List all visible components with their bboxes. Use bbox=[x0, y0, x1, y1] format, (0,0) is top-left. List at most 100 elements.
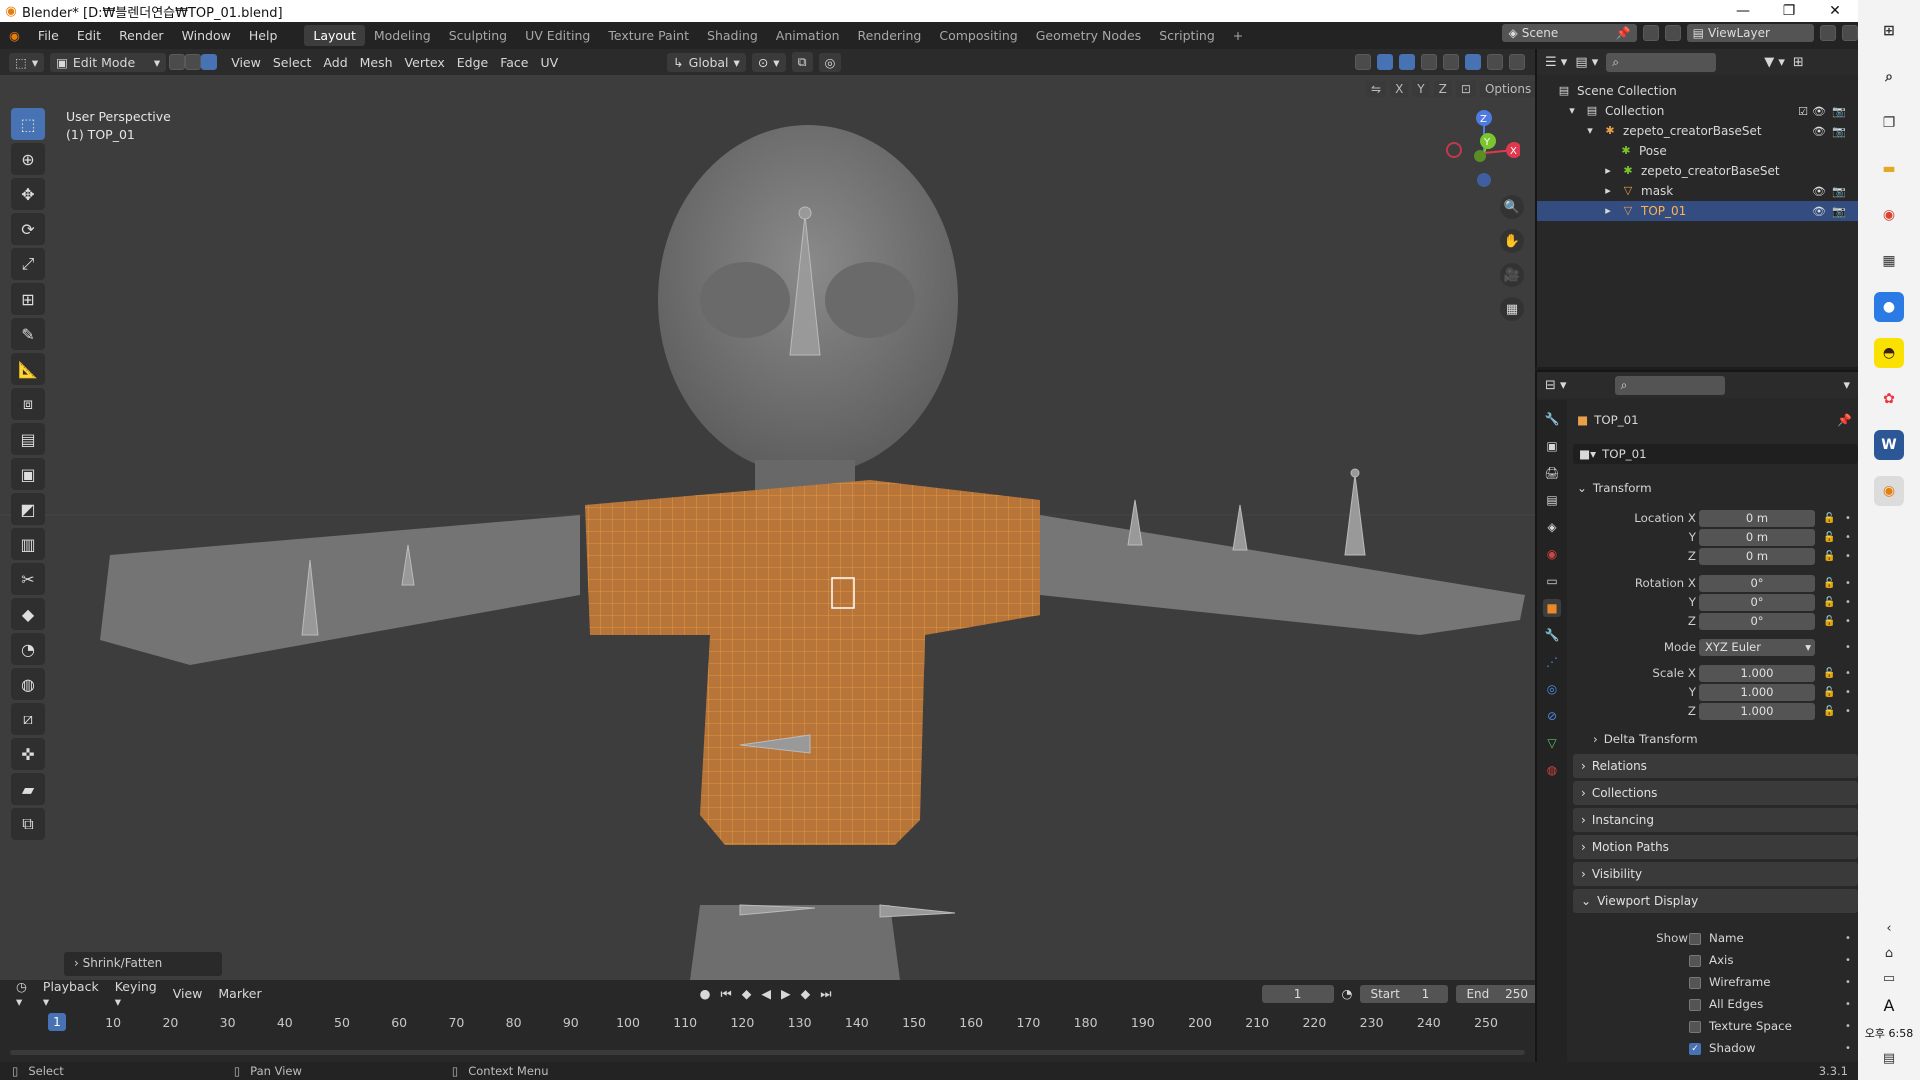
calculator-icon[interactable]: ▦ bbox=[1874, 246, 1904, 276]
rotation-x-field[interactable]: 0° bbox=[1699, 574, 1815, 592]
scale-x-field[interactable]: 1.000 bbox=[1699, 664, 1815, 682]
datablock-field[interactable]: ■▾ TOP_01 bbox=[1573, 444, 1858, 464]
gizmo-toggle-icon[interactable] bbox=[1377, 54, 1393, 70]
move-tool[interactable]: ✥ bbox=[11, 178, 45, 210]
menu-window[interactable]: Window bbox=[173, 28, 240, 43]
collection-checkbox-icon[interactable]: ☑ bbox=[1798, 105, 1808, 118]
add-cube-tool[interactable]: ⧈ bbox=[11, 388, 45, 420]
menu-face[interactable]: Face bbox=[494, 53, 534, 72]
expand-arrow-icon[interactable]: ▸ bbox=[1601, 204, 1615, 218]
keyframe-dot-icon[interactable]: • bbox=[1845, 642, 1851, 653]
task-view-icon[interactable]: ❐ bbox=[1874, 108, 1904, 138]
show-wireframe-checkbox[interactable]: Wireframe bbox=[1689, 975, 1771, 989]
menu-file[interactable]: File bbox=[29, 28, 68, 43]
editor-type-button[interactable]: ⬚ ▾ bbox=[9, 52, 45, 72]
keyframe-dot-icon[interactable]: • bbox=[1845, 668, 1851, 679]
mirror-x-toggle[interactable]: X bbox=[1390, 81, 1409, 97]
transform-tool[interactable]: ⊞ bbox=[11, 283, 45, 315]
delete-view-layer-icon[interactable] bbox=[1842, 25, 1858, 41]
outliner-row-top01[interactable]: ▸ ▽ TOP_01 👁 📷 bbox=[1537, 201, 1860, 221]
current-frame-field[interactable]: 1 bbox=[1261, 984, 1334, 1003]
section-visibility[interactable]: › Visibility bbox=[1573, 862, 1858, 886]
keyframe-dot-icon[interactable]: • bbox=[1845, 1021, 1851, 1032]
section-motion-paths[interactable]: › Motion Paths bbox=[1573, 835, 1858, 859]
world-tab-icon[interactable]: ◉ bbox=[1543, 545, 1561, 563]
select-box-tool[interactable]: ⬚ bbox=[11, 108, 45, 140]
jump-start-icon[interactable]: ⏮ bbox=[721, 986, 732, 1002]
next-keyframe-icon[interactable]: ◆ bbox=[801, 986, 811, 1001]
rotation-y-field[interactable]: 0° bbox=[1699, 593, 1815, 611]
outliner-row-scene-collection[interactable]: ▤ Scene Collection bbox=[1537, 81, 1860, 101]
timeline-scrollbar[interactable] bbox=[10, 1050, 1525, 1055]
data-tab-icon[interactable]: ▽ bbox=[1543, 734, 1561, 752]
lock-icon[interactable]: 🔓 bbox=[1823, 616, 1835, 627]
scale-y-field[interactable]: 1.000 bbox=[1699, 683, 1815, 701]
transform-orientation-selector[interactable]: ↳ Global ▾ bbox=[667, 52, 746, 72]
camera-icon[interactable]: 🎥 bbox=[1500, 263, 1524, 287]
lock-icon[interactable]: 🔓 bbox=[1823, 532, 1835, 543]
add-workspace-button[interactable]: + bbox=[1224, 25, 1252, 46]
stopwatch-icon[interactable]: ◔ bbox=[1342, 986, 1353, 1001]
keyframe-dot-icon[interactable]: • bbox=[1845, 687, 1851, 698]
clock[interactable]: 오후 6:58 bbox=[1865, 1025, 1913, 1041]
perspective-grid-icon[interactable]: ▦ bbox=[1500, 297, 1524, 321]
keyframe-dot-icon[interactable]: • bbox=[1845, 999, 1851, 1010]
location-x-field[interactable]: 0 m bbox=[1699, 509, 1815, 527]
kakaotalk-icon[interactable]: ◓ bbox=[1874, 338, 1904, 368]
section-viewport-display[interactable]: ⌄ Viewport Display bbox=[1573, 889, 1858, 913]
particles-tab-icon[interactable]: ⋰ bbox=[1543, 653, 1561, 671]
restore-button[interactable]: ❐ bbox=[1766, 3, 1812, 19]
record-icon[interactable]: ● bbox=[700, 986, 711, 1001]
shear-tool[interactable]: ▰ bbox=[11, 773, 45, 805]
windows-start-icon[interactable]: ⊞ bbox=[1874, 16, 1904, 46]
outliner-row-mask[interactable]: ▸ ▽ mask 👁 📷 bbox=[1537, 181, 1860, 201]
proportional-edit-toggle[interactable]: ◎ bbox=[818, 52, 842, 72]
gizmo-neg-x[interactable] bbox=[1446, 142, 1462, 158]
lock-icon[interactable]: 🔓 bbox=[1823, 513, 1835, 524]
tab-rendering[interactable]: Rendering bbox=[849, 25, 931, 46]
tab-animation[interactable]: Animation bbox=[767, 25, 849, 46]
menu-keying[interactable]: Keying ▾ bbox=[107, 979, 165, 1009]
tab-uv-editing[interactable]: UV Editing bbox=[516, 25, 599, 46]
tab-modeling[interactable]: Modeling bbox=[365, 25, 440, 46]
scale-tool[interactable]: ⤢ bbox=[11, 248, 45, 280]
modifier-tab-icon[interactable]: 🔧 bbox=[1543, 626, 1561, 644]
screen-recorder-icon[interactable]: ● bbox=[1874, 292, 1904, 322]
filter-icon[interactable]: ▼ ▾ bbox=[1764, 55, 1785, 70]
show-texture-space-checkbox[interactable]: Texture Space bbox=[1689, 1019, 1792, 1033]
mask-eye-icon[interactable]: 👁 bbox=[1812, 185, 1826, 198]
lock-icon[interactable]: 🔓 bbox=[1823, 687, 1835, 698]
bevel-tool[interactable]: ◩ bbox=[11, 493, 45, 525]
properties-editor-type-icon[interactable]: ⊟ ▾ bbox=[1545, 378, 1567, 393]
keyframe-dot-icon[interactable]: • bbox=[1845, 532, 1851, 543]
play-icon[interactable]: ▶ bbox=[781, 986, 791, 1001]
keyframe-dot-icon[interactable]: • bbox=[1845, 977, 1851, 988]
menu-marker[interactable]: Marker bbox=[210, 986, 269, 1001]
keyframe-dot-icon[interactable]: • bbox=[1845, 578, 1851, 589]
armature-camera-icon[interactable]: 📷 bbox=[1832, 125, 1846, 138]
end-frame-field[interactable]: End 250 bbox=[1456, 984, 1545, 1003]
outliner-row-armature-data[interactable]: ▸ ✱ zepeto_creatorBaseSet bbox=[1537, 161, 1860, 181]
spin-tool[interactable]: ◔ bbox=[11, 633, 45, 665]
object-tab-icon[interactable]: ■ bbox=[1543, 599, 1561, 617]
delete-scene-icon[interactable] bbox=[1664, 25, 1681, 41]
prev-keyframe-icon[interactable]: ◆ bbox=[742, 986, 752, 1001]
playhead[interactable]: 1 bbox=[48, 1013, 66, 1031]
location-y-field[interactable]: 0 m bbox=[1699, 528, 1815, 546]
mirror-z-toggle[interactable]: Z bbox=[1433, 81, 1452, 97]
outliner-editor-type-icon[interactable]: ☰ ▾ bbox=[1545, 55, 1567, 70]
mask-camera-icon[interactable]: 📷 bbox=[1832, 185, 1846, 198]
tab-texture-paint[interactable]: Texture Paint bbox=[599, 25, 698, 46]
outliner-row-armature[interactable]: ▾ ✱ zepeto_creatorBaseSet 👁 📷 bbox=[1537, 121, 1860, 141]
smooth-tool[interactable]: ◍ bbox=[11, 668, 45, 700]
section-relations[interactable]: › Relations bbox=[1573, 754, 1858, 778]
menu-edit[interactable]: Edit bbox=[68, 28, 110, 43]
show-shadow-checkbox[interactable]: ✓ Shadow bbox=[1689, 1041, 1756, 1055]
lock-icon[interactable]: 🔓 bbox=[1823, 597, 1835, 608]
tool-tab-icon[interactable]: 🔧 bbox=[1543, 410, 1561, 428]
paint-app-icon[interactable]: ✿ bbox=[1874, 384, 1904, 414]
inset-tool[interactable]: ▣ bbox=[11, 458, 45, 490]
keyframe-dot-icon[interactable]: • bbox=[1845, 933, 1851, 944]
expand-arrow-icon[interactable]: ▸ bbox=[1601, 164, 1615, 178]
transform-header[interactable]: ⌄ Transform bbox=[1573, 479, 1858, 497]
